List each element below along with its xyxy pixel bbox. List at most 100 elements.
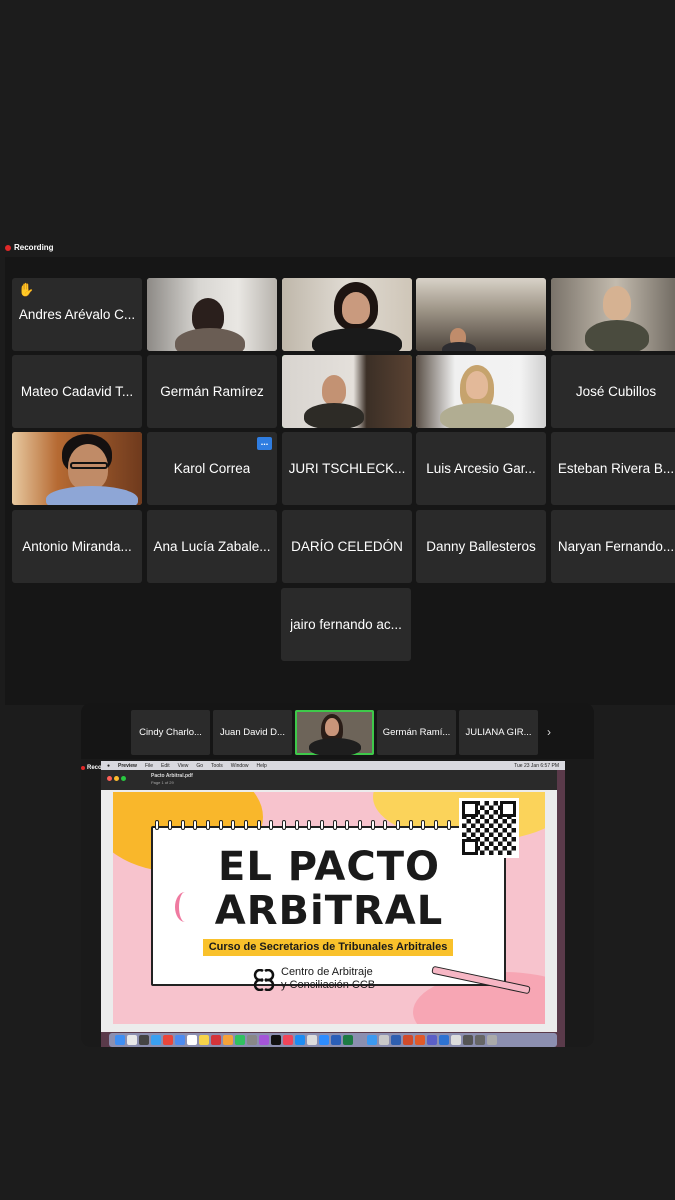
appstore-icon[interactable]: [295, 1035, 305, 1045]
more-options-button[interactable]: ...: [257, 437, 272, 450]
participant-video-tile[interactable]: [282, 278, 412, 351]
participant-face: [325, 718, 339, 736]
menu-go[interactable]: Go: [196, 763, 203, 769]
zoom-meeting-screen: Recording ✋ Andres Arévalo C... Mateo Ca…: [0, 0, 675, 1200]
participant-name: Mateo Cadavid T...: [20, 384, 134, 399]
app-icon[interactable]: [451, 1035, 461, 1045]
minimize-window-icon[interactable]: [114, 776, 119, 781]
trash-icon[interactable]: [487, 1035, 497, 1045]
participant-video-tile[interactable]: [551, 278, 675, 351]
participant-name: Naryan Fernando...: [557, 539, 675, 554]
participant-tile[interactable]: José Cubillos: [551, 355, 675, 428]
launchpad-icon[interactable]: [127, 1035, 137, 1045]
participant-tile[interactable]: Danny Ballesteros: [416, 510, 546, 583]
chrome-icon[interactable]: [163, 1035, 173, 1045]
sparkle-decor-icon: [175, 892, 195, 922]
word-icon[interactable]: [331, 1035, 341, 1045]
app-icon[interactable]: [439, 1035, 449, 1045]
menu-file[interactable]: File: [145, 763, 153, 769]
slide-organization: Centro de Arbitraje y Conciliación CCB: [281, 966, 375, 992]
notes-icon[interactable]: [199, 1035, 209, 1045]
strip-video-tile[interactable]: [295, 710, 374, 755]
app-icon[interactable]: [211, 1035, 221, 1045]
strip-tile[interactable]: Juan David D...: [213, 710, 292, 755]
participant-tile[interactable]: ✋ Andres Arévalo C...: [12, 278, 142, 351]
recording-dot-icon: [5, 244, 11, 251]
participant-body: [309, 738, 361, 755]
participant-tile[interactable]: Mateo Cadavid T...: [12, 355, 142, 428]
notebook-rings: [151, 820, 506, 830]
participant-video-tile[interactable]: [12, 432, 142, 505]
participant-video-tile[interactable]: [416, 278, 546, 351]
participant-body: [304, 403, 364, 428]
app-icon[interactable]: [235, 1035, 245, 1045]
file-page: Page 1 of 29: [151, 780, 174, 785]
participant-tile[interactable]: Naryan Fernando...: [551, 510, 675, 583]
app-icon[interactable]: [355, 1035, 365, 1045]
zoom-window-icon[interactable]: [121, 776, 126, 781]
participant-tile[interactable]: Ana Lucía Zabale...: [147, 510, 277, 583]
menu-window[interactable]: Window: [231, 763, 249, 769]
participant-tile[interactable]: ... Karol Correa: [147, 432, 277, 505]
powerpoint-icon[interactable]: [403, 1035, 413, 1045]
menu-edit[interactable]: Edit: [161, 763, 170, 769]
participant-face: [342, 292, 370, 324]
participant-tile[interactable]: JURI TSCHLECK...: [282, 432, 412, 505]
menu-help[interactable]: Help: [257, 763, 267, 769]
finder-icon[interactable]: [115, 1035, 125, 1045]
active-speaker-tile[interactable]: [282, 355, 412, 428]
strip-tile[interactable]: JULIANA GIR...: [459, 710, 538, 755]
app-icon[interactable]: [367, 1035, 377, 1045]
excel-icon[interactable]: [343, 1035, 353, 1045]
strip-participant-name: Cindy Charlo...: [139, 727, 202, 738]
app-icon[interactable]: [307, 1035, 317, 1045]
strip-participant-name: JULIANA GIR...: [465, 727, 532, 738]
participant-tile[interactable]: Esteban Rivera B...: [551, 432, 675, 505]
settings-icon[interactable]: [247, 1035, 257, 1045]
participant-tile[interactable]: jairo fernando ac...: [281, 588, 411, 661]
menu-tools[interactable]: Tools: [211, 763, 223, 769]
org-line2: y Conciliación CCB: [281, 979, 376, 991]
participant-tile[interactable]: Antonio Miranda...: [12, 510, 142, 583]
app-icon[interactable]: [379, 1035, 389, 1045]
music-icon[interactable]: [283, 1035, 293, 1045]
participant-tile[interactable]: Germán Ramírez: [147, 355, 277, 428]
app-icon[interactable]: [139, 1035, 149, 1045]
app-icon[interactable]: [475, 1035, 485, 1045]
tv-icon[interactable]: [271, 1035, 281, 1045]
slide-subtitle: Curso de Secretarios de Tribunales Arbit…: [203, 939, 453, 956]
app-icon[interactable]: [415, 1035, 425, 1045]
apple-icon: ●: [107, 762, 111, 769]
participant-name: Danny Ballesteros: [426, 539, 536, 554]
participant-video-tile[interactable]: [147, 278, 277, 351]
app-icon[interactable]: [391, 1035, 401, 1045]
participant-tile[interactable]: DARÍO CELEDÓN: [282, 510, 412, 583]
participant-name: jairo fernando ac...: [290, 617, 402, 632]
chevron-right-icon[interactable]: ›: [547, 725, 551, 739]
strip-tile[interactable]: Germán Ramí...: [377, 710, 456, 755]
close-window-icon[interactable]: [107, 776, 112, 781]
calendar-icon[interactable]: [187, 1035, 197, 1045]
participant-body: [46, 486, 138, 505]
menu-view[interactable]: View: [178, 763, 189, 769]
podcasts-icon[interactable]: [259, 1035, 269, 1045]
recording-indicator: Recording: [5, 243, 54, 252]
participant-face: [603, 286, 631, 320]
safari-icon[interactable]: [151, 1035, 161, 1045]
recording-label: Recording: [14, 243, 54, 252]
app-icon[interactable]: [463, 1035, 473, 1045]
zoom-icon[interactable]: [319, 1035, 329, 1045]
file-name: Pacto Arbitral.pdf: [151, 773, 193, 779]
photos-icon[interactable]: [223, 1035, 233, 1045]
mac-dock: [109, 1033, 557, 1047]
teams-icon[interactable]: [427, 1035, 437, 1045]
participant-name: José Cubillos: [575, 384, 657, 399]
participant-face: [322, 375, 346, 405]
mac-clock: Tue 23 Jan 6:57 PM: [514, 762, 559, 769]
participant-tile[interactable]: Luis Arcesio Gar...: [416, 432, 546, 505]
strip-tile[interactable]: Cindy Charlo...: [131, 710, 210, 755]
menu-app[interactable]: Preview: [118, 763, 137, 769]
mail-icon[interactable]: [175, 1035, 185, 1045]
participant-strip: Cindy Charlo... Juan David D... Germán R…: [81, 703, 594, 759]
participant-video-tile[interactable]: [416, 355, 546, 428]
